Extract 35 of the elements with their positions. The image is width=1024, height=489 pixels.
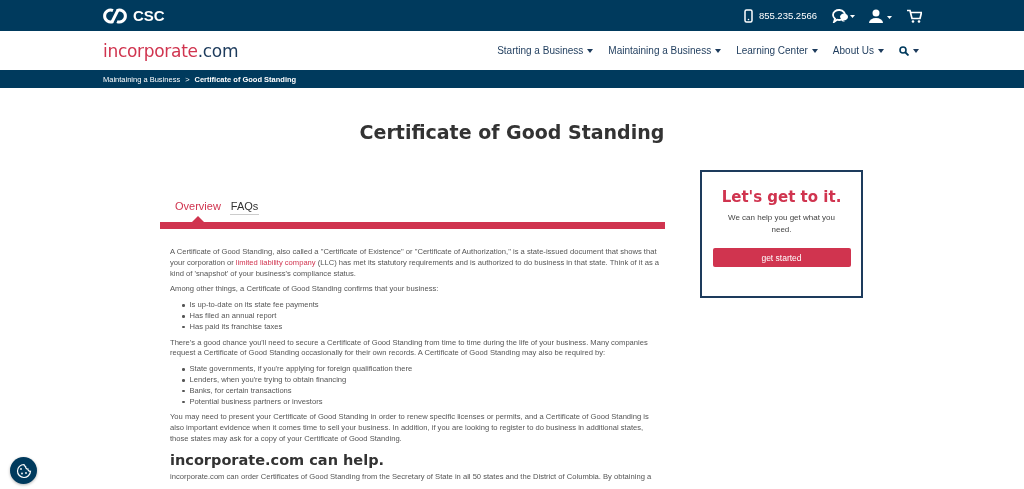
nav-menu-item[interactable]: Learning Center [736, 45, 818, 56]
cookie-button[interactable] [10, 457, 37, 484]
search-button[interactable] [899, 45, 919, 56]
bullet-icon [182, 400, 185, 404]
card-text: We can help you get what you need. [727, 212, 836, 236]
caret-icon [715, 48, 722, 53]
caret-icon [878, 48, 884, 53]
bullet-icon [182, 389, 185, 393]
logo-text: CSC [133, 7, 165, 24]
cookie-icon [15, 462, 32, 479]
phone-icon [743, 8, 753, 23]
user-icon[interactable] [869, 8, 893, 23]
tab[interactable]: Overview [174, 200, 222, 222]
nav-menu-item[interactable]: About Us [832, 45, 884, 56]
get-started-button[interactable]: get started [712, 248, 851, 267]
bullet-icon [182, 315, 185, 318]
cart-icon[interactable] [907, 8, 922, 23]
phone-link[interactable]: 855.235.2566 [743, 8, 817, 23]
bullet-icon [182, 325, 185, 329]
section-heading: incorporate.com can help. [170, 451, 386, 469]
nav-menu-item[interactable]: Starting a Business [497, 45, 594, 56]
bullet-icon [182, 368, 185, 371]
caret-icon [587, 48, 594, 53]
caret-icon [913, 48, 919, 53]
bullet-icon [182, 304, 185, 307]
bullet-icon [182, 379, 185, 382]
chat-icon[interactable] [831, 8, 855, 23]
caret-icon [811, 48, 818, 53]
nav-menu-item[interactable]: Maintaining a Business [608, 45, 722, 56]
brand-text[interactable]: .com [197, 40, 239, 61]
logo-icon [100, 6, 130, 25]
brand-text[interactable]: incorporate [103, 40, 198, 61]
card-heading: Let's get to it. [721, 188, 842, 206]
search-icon [899, 45, 909, 56]
page-title: Certificate of Good Standing [358, 120, 666, 145]
